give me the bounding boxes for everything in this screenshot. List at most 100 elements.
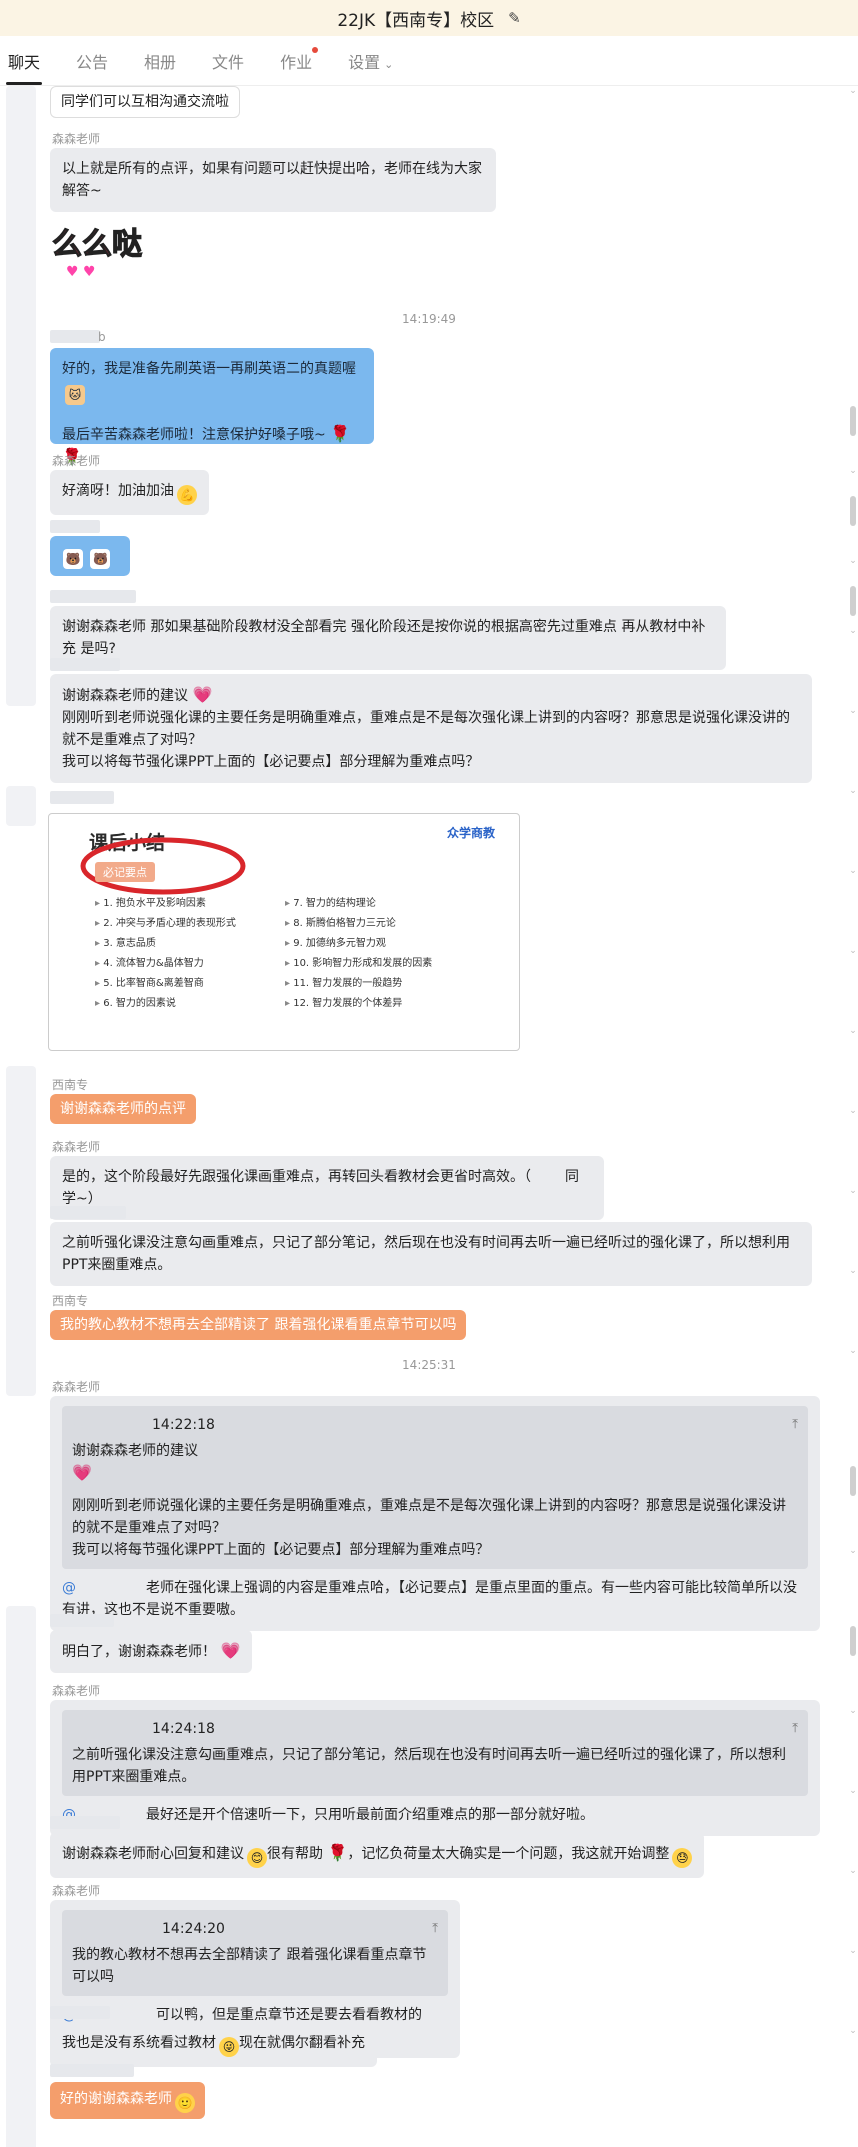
image-attachment[interactable]: 课后小结 众学商教 必记要点 1. 抱负水平及影响因素 2. 冲突与矛盾心理的表… [48, 813, 520, 1051]
message-text: 我可以将每节强化课PPT上面的【必记要点】部分理解为重难点吗？ [62, 754, 480, 770]
message-bubble[interactable]: 谢谢森森老师 那如果基础阶段教材没全部看完 强化阶段还是按你说的根据高密先过重难… [50, 606, 726, 670]
sticker-text: 么么哒 [52, 227, 142, 262]
tab-announcement[interactable]: 公告 [76, 49, 108, 85]
key-points-tag: 必记要点 [95, 862, 155, 882]
timestamp: 14:19:49 [0, 312, 858, 326]
sender-name-redacted [50, 1816, 120, 1829]
chat-message-list[interactable]: 同学们可以互相沟通交流啦 森森老师 以上就是所有的点评，如果有问题可以赶快提出哈… [0, 86, 858, 2147]
quote-time: 14:24:20 [162, 1921, 225, 1937]
sender-name: 森森老师 [52, 132, 101, 146]
scroll-marker[interactable] [850, 496, 856, 526]
message-bubble[interactable]: 14:24:18 ⤒ 之前听强化课没注意勾画重难点，只记了部分笔记，然后现在也没… [50, 1700, 820, 1836]
scroll-marker[interactable] [850, 586, 856, 616]
list-item: 9. 加德纳多元智力观 [285, 934, 432, 954]
message-bubble[interactable]: 我的教心教材不想再去全部精读了 跟着强化课看重点章节可以吗 [50, 1310, 467, 1340]
scrollbar[interactable]: ⌄ ⌄ ⌄ ⌄ ⌄ ⌄ ⌄ ⌄ ⌄ ⌄ ⌄ ⌄ ⌄ ⌄ ⌄ ⌄ ⌄ ⌄ ⌄ [848, 86, 858, 2147]
list-item: 5. 比率智商&离差智商 [95, 974, 236, 994]
chevron-down-icon[interactable]: ⌄ [848, 1946, 858, 1956]
sender-name: 森森老师 [52, 1684, 101, 1698]
chevron-down-icon[interactable]: ⌄ [848, 786, 858, 796]
list-item: 12. 智力发展的个体差异 [285, 994, 432, 1014]
heart-icon: 💗 [192, 685, 213, 704]
chevron-down-icon[interactable]: ⌄ [848, 2026, 858, 2036]
message-bubble[interactable]: 以上就是所有的点评，如果有问题可以赶快提出哈，老师在线为大家解答~ [50, 148, 496, 212]
chevron-down-icon[interactable]: ⌄ [848, 1106, 858, 1116]
chevron-down-icon[interactable]: ⌄ [848, 1186, 858, 1196]
chevron-down-icon[interactable]: ⌄ [848, 1346, 858, 1356]
sender-name-redacted [50, 658, 120, 671]
quote-text: 之前听强化课没注意勾画重难点，只记了部分笔记，然后现在也没有时间再去听一遍已经听… [72, 1747, 786, 1785]
chevron-down-icon[interactable]: ⌄ [848, 626, 858, 636]
sender-name: 西南专 [52, 1078, 89, 1092]
message-bubble[interactable]: 谢谢森森老师耐心回复和建议 😊 很有帮助 🌹，记忆负荷量太大确实是一个问题，我这就开… [50, 1832, 705, 1878]
message-text: 明白了，谢谢森森老师！ [62, 1644, 216, 1660]
pencil-icon[interactable]: ✎ [508, 9, 521, 27]
message-bubble[interactable]: 好的谢谢森森老师 🙂 [50, 2082, 205, 2119]
message-bubble[interactable]: 14:22:18 ⤒ 谢谢森森老师的建议 💗 刚刚听到老师说强化课的主要任务是明… [50, 1396, 820, 1631]
window-title-bar: 22JK【西南专】校区 ✎ [0, 0, 858, 36]
chevron-down-icon[interactable]: ⌄ [848, 706, 858, 716]
message-text: ，记忆负荷量太大确实是一个问题，我这就开始调整 [347, 1846, 670, 1862]
list-item: 1. 抱负水平及影响因素 [95, 894, 236, 914]
chevron-down-icon[interactable]: ⌄ [848, 556, 858, 566]
message-text: @ 最好还是开个倍速听一下，只用听最前面介绍重难点的那一部分就好啦。 [62, 1807, 594, 1823]
sender-name-redacted [50, 330, 100, 343]
tab-settings[interactable]: 设置 ⌄ [348, 49, 393, 85]
chevron-down-icon[interactable]: ⌄ [848, 1026, 858, 1036]
message-bubble[interactable]: 我也是没有系统看过教材 😜 现在就偶尔翻看补充 [50, 2022, 377, 2067]
message-text: 最后辛苦森森老师啦！注意保护好嗓子哦~ 🌹 🌹 [62, 424, 351, 466]
chevron-down-icon[interactable]: ⌄ [848, 1786, 858, 1796]
chevron-down-icon[interactable]: ⌄ [848, 1546, 858, 1556]
mention[interactable]: @ [62, 1580, 76, 1596]
chevron-down-icon[interactable]: ⌄ [848, 86, 858, 96]
chevron-down-icon[interactable]: ⌄ [848, 1706, 858, 1716]
kiss-sticker[interactable]: 么么哒 ♥ ♥ [48, 204, 144, 284]
timestamp: 14:25:31 [0, 1358, 858, 1372]
quoted-message[interactable]: 14:24:18 ⤒ 之前听强化课没注意勾画重难点，只记了部分笔记，然后现在也没… [62, 1710, 808, 1796]
scroll-marker[interactable] [850, 1466, 856, 1496]
heart-icon: 💗 [72, 1463, 92, 1482]
chevron-down-icon[interactable]: ⌄ [848, 1266, 858, 1276]
message-bubble[interactable]: 好的，我是准备先刷英语一再刷英语二的真题喔🐱 最后辛苦森森老师啦！注意保护好嗓子… [50, 348, 374, 466]
message-bubble[interactable]: 之前听强化课没注意勾画重难点，只记了部分笔记，然后现在也没有时间再去听一遍已经听… [50, 1222, 812, 1286]
tab-homework[interactable]: 作业 [280, 47, 319, 85]
message-text: 同学们可以互相沟通交流啦 [61, 94, 229, 110]
quote-text: 我的教心教材不想再去全部精读了 跟着强化课看重点章节可以吗 [72, 1947, 427, 1985]
message-text: 谢谢森森老师的建议 💗 [62, 685, 213, 704]
message-bubble[interactable]: 是的，这个阶段最好先跟强化课画重难点，再转回头看教材会更省时高效。（ 同学~） [50, 1156, 604, 1220]
chevron-down-icon[interactable]: ⌄ [848, 466, 858, 476]
chevron-down-icon[interactable]: ⌄ [848, 1866, 858, 1876]
sender-name-redacted [50, 2064, 134, 2077]
pin-icon[interactable]: ⤒ [792, 1718, 798, 1740]
sender-name-redacted [50, 1614, 114, 1627]
tab-chat[interactable]: 聊天 [5, 49, 43, 85]
scroll-marker[interactable] [850, 406, 856, 436]
message-bubble[interactable]: 谢谢森森老师的建议 💗 刚刚听到老师说强化课的主要任务是明确重难点，重难点是不是… [50, 674, 812, 783]
message-bubble[interactable]: 同学们可以互相沟通交流啦 [50, 86, 240, 118]
tab-album[interactable]: 相册 [144, 49, 176, 85]
list-item: 3. 意志品质 [95, 934, 236, 954]
message-text: 以上就是所有的点评，如果有问题可以赶快提出哈，老师在线为大家解答~ [62, 161, 482, 199]
scroll-marker[interactable] [850, 1626, 856, 1656]
chevron-down-icon[interactable]: ⌄ [848, 946, 858, 956]
message-text: 很有帮助 [267, 1846, 323, 1862]
laugh-emoji-icon: 😜 [219, 2037, 239, 2057]
smile-emoji-icon: 🙂 [175, 2093, 195, 2113]
quoted-message[interactable]: 14:22:18 ⤒ 谢谢森森老师的建议 💗 刚刚听到老师说强化课的主要任务是明… [62, 1406, 808, 1569]
timestamp-text: 14:19:49 [402, 312, 456, 326]
message-bubble[interactable]: 明白了，谢谢森森老师！ 💗 [50, 1630, 253, 1673]
sender-name: 森森老师 [52, 1140, 101, 1154]
pin-icon[interactable]: ⤒ [792, 1414, 798, 1436]
message-text: 之前听强化课没注意勾画重难点，只记了部分笔记，然后现在也没有时间再去听一遍已经听… [62, 1235, 790, 1273]
message-bubble[interactable]: 🐻 🐻 [50, 536, 130, 576]
chevron-down-icon: ⌄ [384, 58, 394, 71]
quote-time: 14:24:18 [152, 1721, 215, 1737]
message-bubble[interactable]: 好滴呀！加油加油 💪 [50, 470, 209, 515]
tab-files[interactable]: 文件 [212, 49, 244, 85]
pin-icon[interactable]: ⤒ [432, 1918, 438, 1940]
quoted-message[interactable]: 14:24:20 ⤒ 我的教心教材不想再去全部精读了 跟着强化课看重点章节可以吗 [62, 1910, 448, 1996]
message-bubble[interactable]: 谢谢森森老师的点评 [50, 1094, 196, 1124]
tab-label: 作业 [280, 53, 313, 72]
chevron-down-icon[interactable]: ⌄ [848, 866, 858, 876]
message-text: 好的谢谢森森老师 [60, 2091, 172, 2107]
